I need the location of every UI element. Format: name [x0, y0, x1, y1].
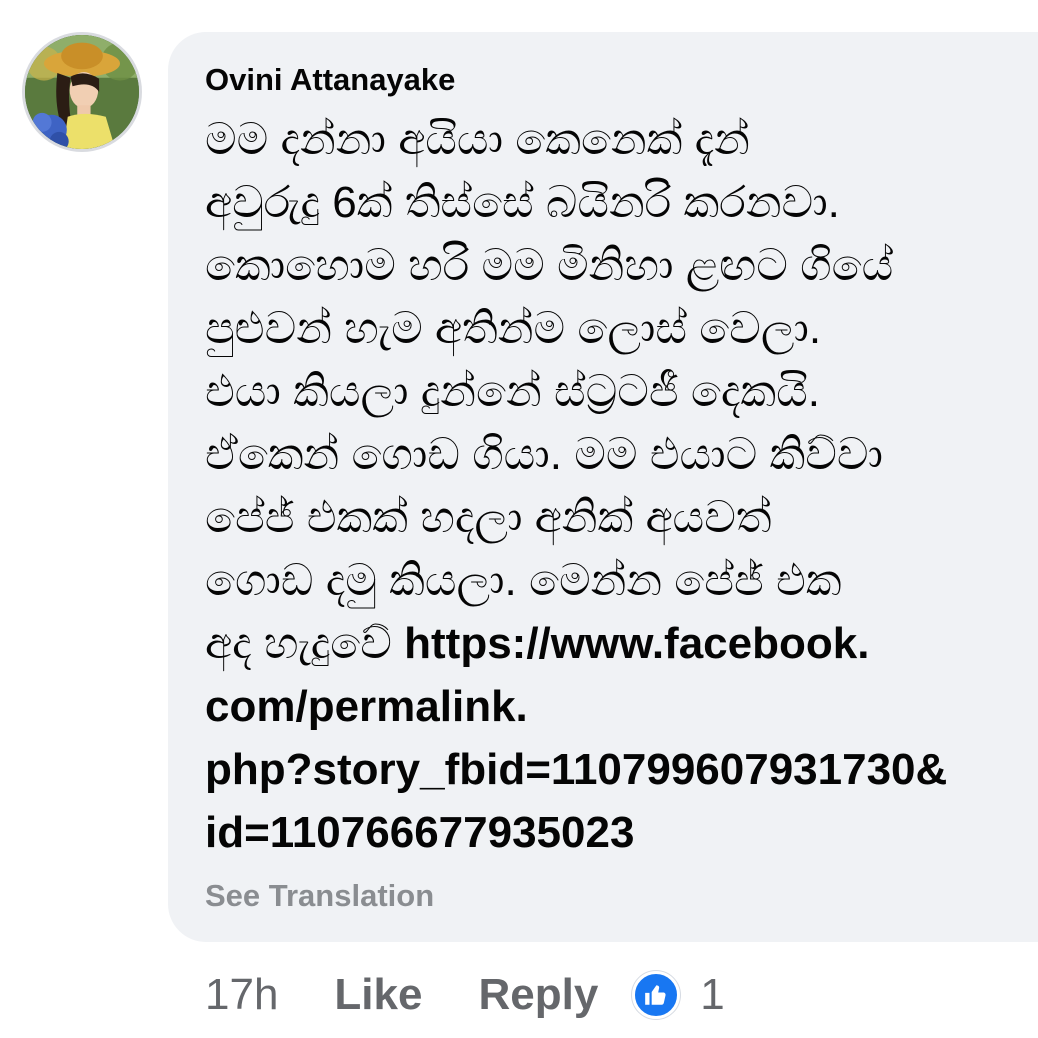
comment-text: පුළුවන් හැම අතින්ම ලොස් වෙලා. [205, 304, 822, 353]
comment-line: කොහොම හරි මම මිනිහා ළඟට ගියේ [205, 234, 1025, 297]
like-button[interactable]: Like [334, 970, 422, 1020]
comment-line: com/permalink. [205, 675, 1025, 738]
comment-text: පේජ් එකක් හදලා අනික් අයවත් [205, 493, 772, 542]
comment-line: ගොඩ දමු කියලා. මෙන්න පේජ් එක [205, 549, 1025, 612]
comment-line: පුළුවන් හැම අතින්ම ලොස් වෙලා. [205, 297, 1025, 360]
comment-line: අවුරුදු 6ක් තිස්සේ බයිනරි කරනවා. [205, 171, 1025, 234]
comment-text: අවුරුදු 6ක් තිස්සේ බයිනරි කරනවා. [205, 178, 840, 227]
comment-line: මම දන්නා අයියා කෙනෙක් දැන් [205, 108, 1025, 171]
comment-link[interactable]: https://www.facebook. [404, 619, 869, 668]
comment-line: ඒකෙන් ගොඩ ගියා. මම එයාට කිව්වා [205, 423, 1025, 486]
comment-actions: 17h Like Reply 1 [205, 965, 725, 1025]
comment-link[interactable]: id=110766677935023 [205, 808, 634, 857]
comment-line: id=110766677935023 [205, 801, 1025, 864]
comment-text: අද හැදුවේ [205, 619, 405, 668]
comment-text: මම දන්නා අයියා කෙනෙක් දැන් [205, 115, 750, 164]
comment-text: ඒකෙන් ගොඩ ගියා. මම එයාට කිව්වා [205, 430, 883, 479]
comment-line: එයා කියලා දුන්නේ ස්ට්‍රටජී දෙකයි. [205, 360, 1025, 423]
comment-line: php?story_fbid=110799607931730& [205, 738, 1025, 801]
thumbs-up-icon[interactable] [632, 971, 681, 1019]
avatar-image [25, 35, 139, 149]
comment-text: එයා කියලා දුන්නේ ස්ට්‍රටජී දෙකයි. [205, 367, 820, 416]
comment-text: කොහොම හරි මම මිනිහා ළඟට ගියේ [205, 241, 894, 290]
comment-timestamp[interactable]: 17h [205, 970, 278, 1020]
comment-body: මම දන්නා අයියා කෙනෙක් දැන් අවුරුදු 6ක් ත… [205, 108, 1025, 864]
comment-text: ගොඩ දමු කියලා. මෙන්න පේජ් එක [205, 556, 842, 605]
avatar[interactable] [22, 32, 142, 152]
comment-link[interactable]: com/permalink. [205, 682, 528, 731]
see-translation-link[interactable]: See Translation [205, 874, 434, 918]
reply-button[interactable]: Reply [478, 970, 598, 1020]
comment-link[interactable]: php?story_fbid=110799607931730& [205, 745, 947, 794]
comment-line: අද හැදුවේ https://www.facebook. [205, 612, 1025, 675]
reaction-count[interactable]: 1 [700, 970, 724, 1020]
comment-line: පේජ් එකක් හදලා අනික් අයවත් [205, 486, 1025, 549]
comment-author[interactable]: Ovini Attanayake [205, 58, 455, 102]
